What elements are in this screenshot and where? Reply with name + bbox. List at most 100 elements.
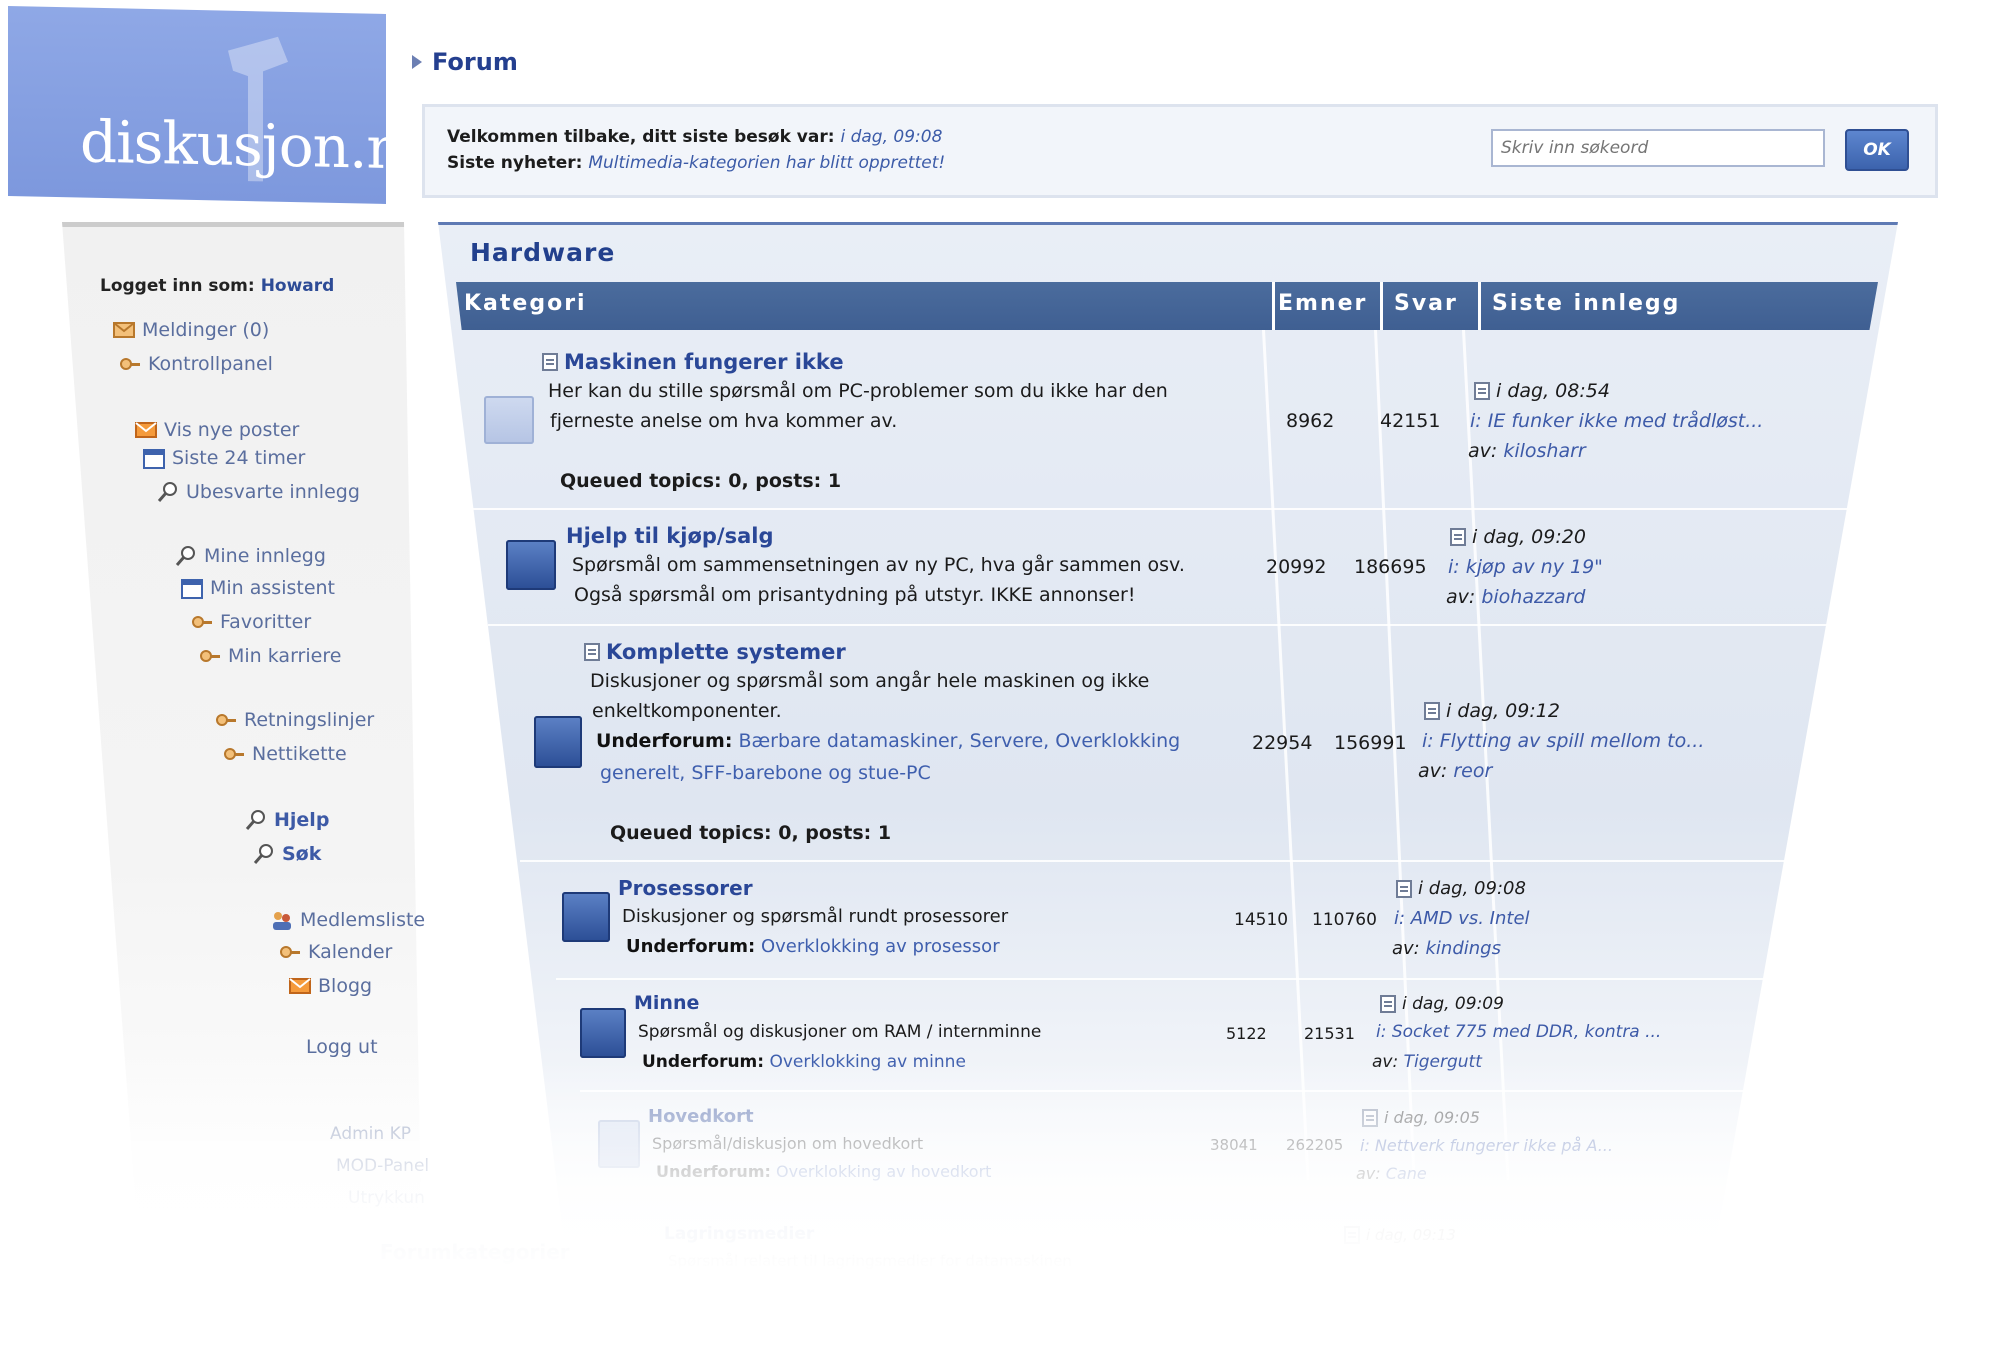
- queued-info: Queued topics: 0, posts: 1: [610, 822, 892, 844]
- sidebar-item-label: Medlemsliste: [300, 909, 426, 931]
- sidebar-item-logg-ut[interactable]: Logg ut: [306, 1036, 378, 1058]
- sidebar-item-label: Admin KP: [330, 1124, 411, 1144]
- last-post-thread[interactable]: i: IE funker ikke med trådløst...: [1470, 410, 1763, 432]
- forum-title[interactable]: Prosessorer: [618, 876, 753, 900]
- forum-title[interactable]: Komplette systemer: [584, 640, 846, 664]
- sidebar-item-label: Siste 24 timer: [172, 447, 306, 469]
- sidebar-item-kalender[interactable]: Kalender: [278, 940, 392, 964]
- key-icon: [216, 714, 236, 726]
- sidebar-item-retningslinjer[interactable]: Retningslinjer: [214, 708, 374, 732]
- forum-title[interactable]: Maskinen fungerer ikke: [542, 350, 844, 374]
- last-post-thread[interactable]: i: Nettverk fungerer ikke på A...: [1360, 1136, 1613, 1155]
- sidebar-item-meldinger[interactable]: Meldinger (0): [112, 318, 269, 342]
- forum-title[interactable]: Hjelp til kjøp/salg: [566, 524, 774, 548]
- last-post-author: av: biohazzard: [1446, 586, 1585, 608]
- sidebar-item-sok[interactable]: Søk: [252, 842, 321, 866]
- last-post-time-text: i dag, 09:08: [1418, 878, 1526, 899]
- news-link[interactable]: Multimedia-kategorien har blitt opprette…: [588, 153, 945, 173]
- sidebar-item-kontrollpanel[interactable]: Kontrollpanel: [118, 352, 273, 376]
- sidebar-item-favoritter[interactable]: Favoritter: [190, 610, 311, 634]
- welcome-line: Velkommen tilbake, ditt siste besøk var:…: [447, 127, 942, 147]
- last-post-thread[interactable]: i: Socket 775 med DDR, kontra ...: [1376, 1022, 1661, 1042]
- sidebar-item-label: Søk: [282, 843, 322, 865]
- magnifier-icon: [253, 844, 273, 864]
- news-label: Siste nyheter:: [447, 153, 583, 173]
- topics-count: 14510: [1234, 910, 1289, 930]
- search-input[interactable]: [1491, 129, 1825, 167]
- forum-title[interactable]: Hovedkort: [648, 1106, 754, 1127]
- last-post-time: i dag, 08:54: [1474, 380, 1610, 402]
- document-icon: [542, 353, 558, 371]
- panel-title[interactable]: Hardware: [470, 238, 615, 267]
- subforum-links[interactable]: Bærbare datamaskiner, Servere, Overklokk…: [738, 730, 1180, 752]
- subforum-label: Underforum:: [656, 1162, 771, 1181]
- sidebar-item-medlemsliste[interactable]: Medlemsliste: [270, 908, 425, 932]
- author-link[interactable]: kilosharr: [1503, 440, 1585, 462]
- last-post-time-text: i dag, 09:09: [1402, 994, 1504, 1014]
- sidebar-item-label: Nettikette: [252, 743, 347, 765]
- sidebar-item-hjelp[interactable]: Hjelp: [244, 808, 329, 832]
- sidebar-item-label: Kalender: [308, 941, 393, 963]
- sidebar-item-label: Min assistent: [210, 577, 336, 599]
- author-link[interactable]: reor: [1453, 760, 1492, 782]
- sidebar-item-min-assistent[interactable]: Min assistent: [180, 576, 335, 600]
- last-post-thread[interactable]: i: AMD vs. Intel: [1394, 908, 1530, 929]
- forum-description: Spørsmål relatert til lagringsmedier for…: [668, 1252, 1072, 1270]
- sidebar-item-utrykkun[interactable]: Utrykkun: [348, 1188, 425, 1208]
- forum-folder-icon: [484, 396, 534, 444]
- forum-folder-icon: [562, 892, 610, 942]
- author-link[interactable]: kindings: [1425, 938, 1500, 959]
- forum-title[interactable]: Minne: [634, 992, 699, 1014]
- magnifier-icon: [157, 482, 177, 502]
- logo-text: diskusjon.no: [80, 107, 386, 184]
- last-post-time: i dag, 09:05: [1362, 1108, 1480, 1127]
- last-post-thread[interactable]: i: kjøp av ny 19": [1448, 556, 1603, 578]
- subforum-links[interactable]: generelt, SFF-barebone og stue-PC: [600, 762, 931, 784]
- author-label: av:: [1418, 760, 1448, 782]
- sidebar-item-vis-nye-poster[interactable]: Vis nye poster: [134, 418, 299, 442]
- last-post-thread[interactable]: i: Flytting av spill mellom to...: [1422, 730, 1704, 752]
- sidebar-item-admin-kp[interactable]: Admin KP: [330, 1124, 411, 1144]
- author-link[interactable]: Tigergutt: [1404, 1052, 1482, 1072]
- sidebar-item-mod-panel[interactable]: MOD-Panel: [336, 1156, 429, 1176]
- site-logo[interactable]: diskusjon.no: [8, 6, 386, 204]
- sidebar-item-blogg[interactable]: Blogg: [288, 974, 372, 998]
- sidebar-item-forumkategorier[interactable]: Forumkategorier: [380, 1240, 570, 1264]
- forum-title[interactable]: Lagringsmedier: [664, 1224, 814, 1244]
- replies-count: 262205: [1286, 1136, 1344, 1154]
- login-user[interactable]: Howard: [261, 276, 335, 296]
- forum-folder-icon: [534, 716, 582, 768]
- subforum-label: Underforum:: [642, 1052, 765, 1072]
- forum-title-text: Komplette systemer: [606, 640, 846, 664]
- search-ok-button[interactable]: OK: [1845, 129, 1909, 171]
- sidebar-item-min-karriere[interactable]: Min karriere: [198, 644, 341, 668]
- author-link[interactable]: Cane: [1386, 1164, 1427, 1183]
- sidebar-item-label: Min karriere: [228, 645, 342, 667]
- subforum-label: Underforum:: [596, 730, 733, 752]
- breadcrumb-forum[interactable]: Forum: [432, 48, 518, 76]
- news-line: Siste nyheter: Multimedia-kategorien har…: [447, 153, 945, 173]
- sidebar-item-ubesvarte-innlegg[interactable]: Ubesvarte innlegg: [156, 480, 360, 504]
- replies-count: 156991: [1334, 732, 1407, 754]
- column-kategori: Kategori: [464, 291, 587, 316]
- subforum-links[interactable]: Overklokking av minne: [769, 1052, 965, 1072]
- sidebar-item-mine-innlegg[interactable]: Mine innlegg: [174, 544, 326, 568]
- topics-count: 20992: [1266, 556, 1327, 578]
- author-label: av:: [1468, 440, 1498, 462]
- last-post-author: av: kindings: [1392, 938, 1501, 959]
- key-icon: [224, 748, 244, 760]
- subforum-links[interactable]: Overklokking av hovedkort: [776, 1162, 991, 1181]
- key-icon: [192, 616, 212, 628]
- sidebar-item-nettikette[interactable]: Nettikette: [222, 742, 347, 766]
- last-post-time: i dag, 09:12: [1424, 700, 1560, 722]
- mail-new-icon: [289, 978, 311, 994]
- key-icon: [280, 946, 300, 958]
- forum-description: Diskusjoner og spørsmål som angår hele m…: [590, 670, 1150, 692]
- sidebar-item-siste-24-timer[interactable]: Siste 24 timer: [142, 446, 305, 470]
- subforum-links[interactable]: Overklokking av prosessor: [761, 936, 1000, 957]
- last-post-author: av: kilosharr: [1468, 440, 1586, 462]
- row-divider: [556, 978, 1782, 980]
- sidebar-item-label: MOD-Panel: [336, 1156, 430, 1176]
- last-post-time: i dag, 09:09: [1380, 994, 1504, 1014]
- author-link[interactable]: biohazzard: [1481, 586, 1585, 608]
